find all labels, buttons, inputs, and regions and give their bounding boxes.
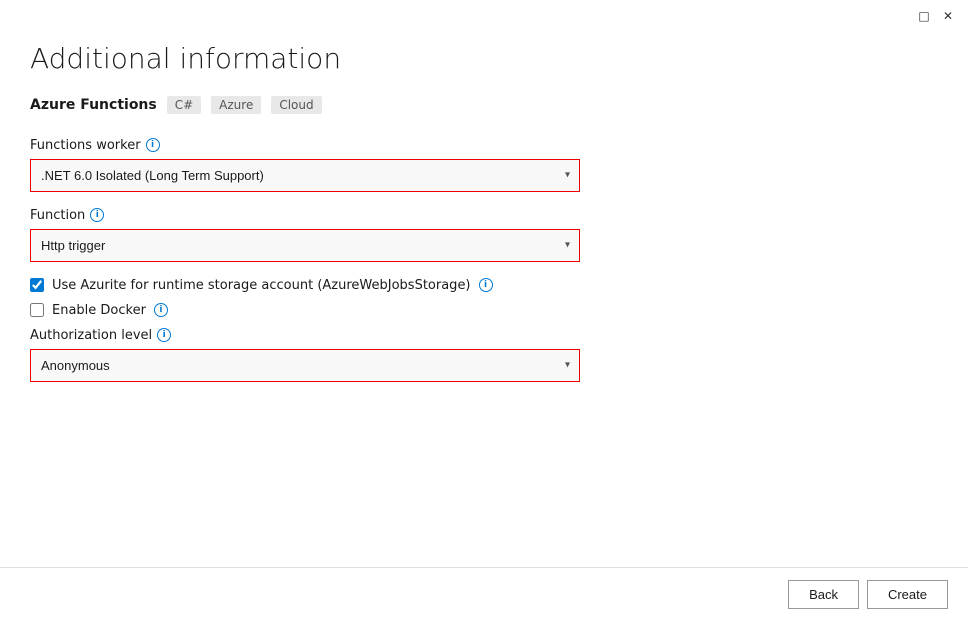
authorization-level-select[interactable]: Anonymous Function Admin bbox=[30, 349, 580, 382]
docker-checkbox[interactable] bbox=[30, 303, 44, 317]
authorization-level-select-wrapper: Anonymous Function Admin ▾ bbox=[30, 349, 580, 382]
tag-csharp: C# bbox=[167, 96, 201, 114]
create-button[interactable]: Create bbox=[867, 580, 948, 609]
azurite-checkbox-row: Use Azurite for runtime storage account … bbox=[30, 278, 938, 293]
function-label: Function i bbox=[30, 208, 938, 223]
function-select[interactable]: Http trigger Timer trigger Blob trigger … bbox=[30, 229, 580, 262]
functions-worker-label: Functions worker i bbox=[30, 138, 938, 153]
function-select-wrapper: Http trigger Timer trigger Blob trigger … bbox=[30, 229, 580, 262]
page-title: Additional information bbox=[30, 42, 938, 76]
functions-worker-select-wrapper: .NET 6.0 Isolated (Long Term Support) .N… bbox=[30, 159, 580, 192]
azurite-label: Use Azurite for runtime storage account … bbox=[52, 278, 471, 293]
functions-worker-info-icon[interactable]: i bbox=[146, 138, 160, 152]
docker-checkbox-row: Enable Docker i bbox=[30, 303, 938, 318]
tag-azure: Azure bbox=[211, 96, 261, 114]
footer: Back Create bbox=[0, 567, 968, 629]
close-button[interactable]: ✕ bbox=[940, 8, 956, 24]
docker-info-icon[interactable]: i bbox=[154, 303, 168, 317]
azurite-checkbox[interactable] bbox=[30, 278, 44, 292]
main-content: Additional information Azure Functions C… bbox=[0, 32, 968, 567]
subtitle-row: Azure Functions C# Azure Cloud bbox=[30, 96, 938, 114]
function-info-icon[interactable]: i bbox=[90, 208, 104, 222]
close-icon: ✕ bbox=[943, 9, 953, 23]
authorization-level-label: Authorization level i bbox=[30, 328, 938, 343]
back-button[interactable]: Back bbox=[788, 580, 859, 609]
tag-cloud: Cloud bbox=[271, 96, 321, 114]
minimize-icon: □ bbox=[918, 9, 929, 23]
title-bar: □ ✕ bbox=[0, 0, 968, 32]
subtitle-label: Azure Functions bbox=[30, 97, 157, 113]
function-field: Function i Http trigger Timer trigger Bl… bbox=[30, 208, 938, 262]
authorization-level-field: Authorization level i Anonymous Function… bbox=[30, 328, 938, 382]
azurite-info-icon[interactable]: i bbox=[479, 278, 493, 292]
dialog: □ ✕ Additional information Azure Functio… bbox=[0, 0, 968, 629]
minimize-button[interactable]: □ bbox=[916, 8, 932, 24]
authorization-level-info-icon[interactable]: i bbox=[157, 328, 171, 342]
functions-worker-field: Functions worker i .NET 6.0 Isolated (Lo… bbox=[30, 138, 938, 192]
docker-label: Enable Docker bbox=[52, 303, 146, 318]
functions-worker-select[interactable]: .NET 6.0 Isolated (Long Term Support) .N… bbox=[30, 159, 580, 192]
